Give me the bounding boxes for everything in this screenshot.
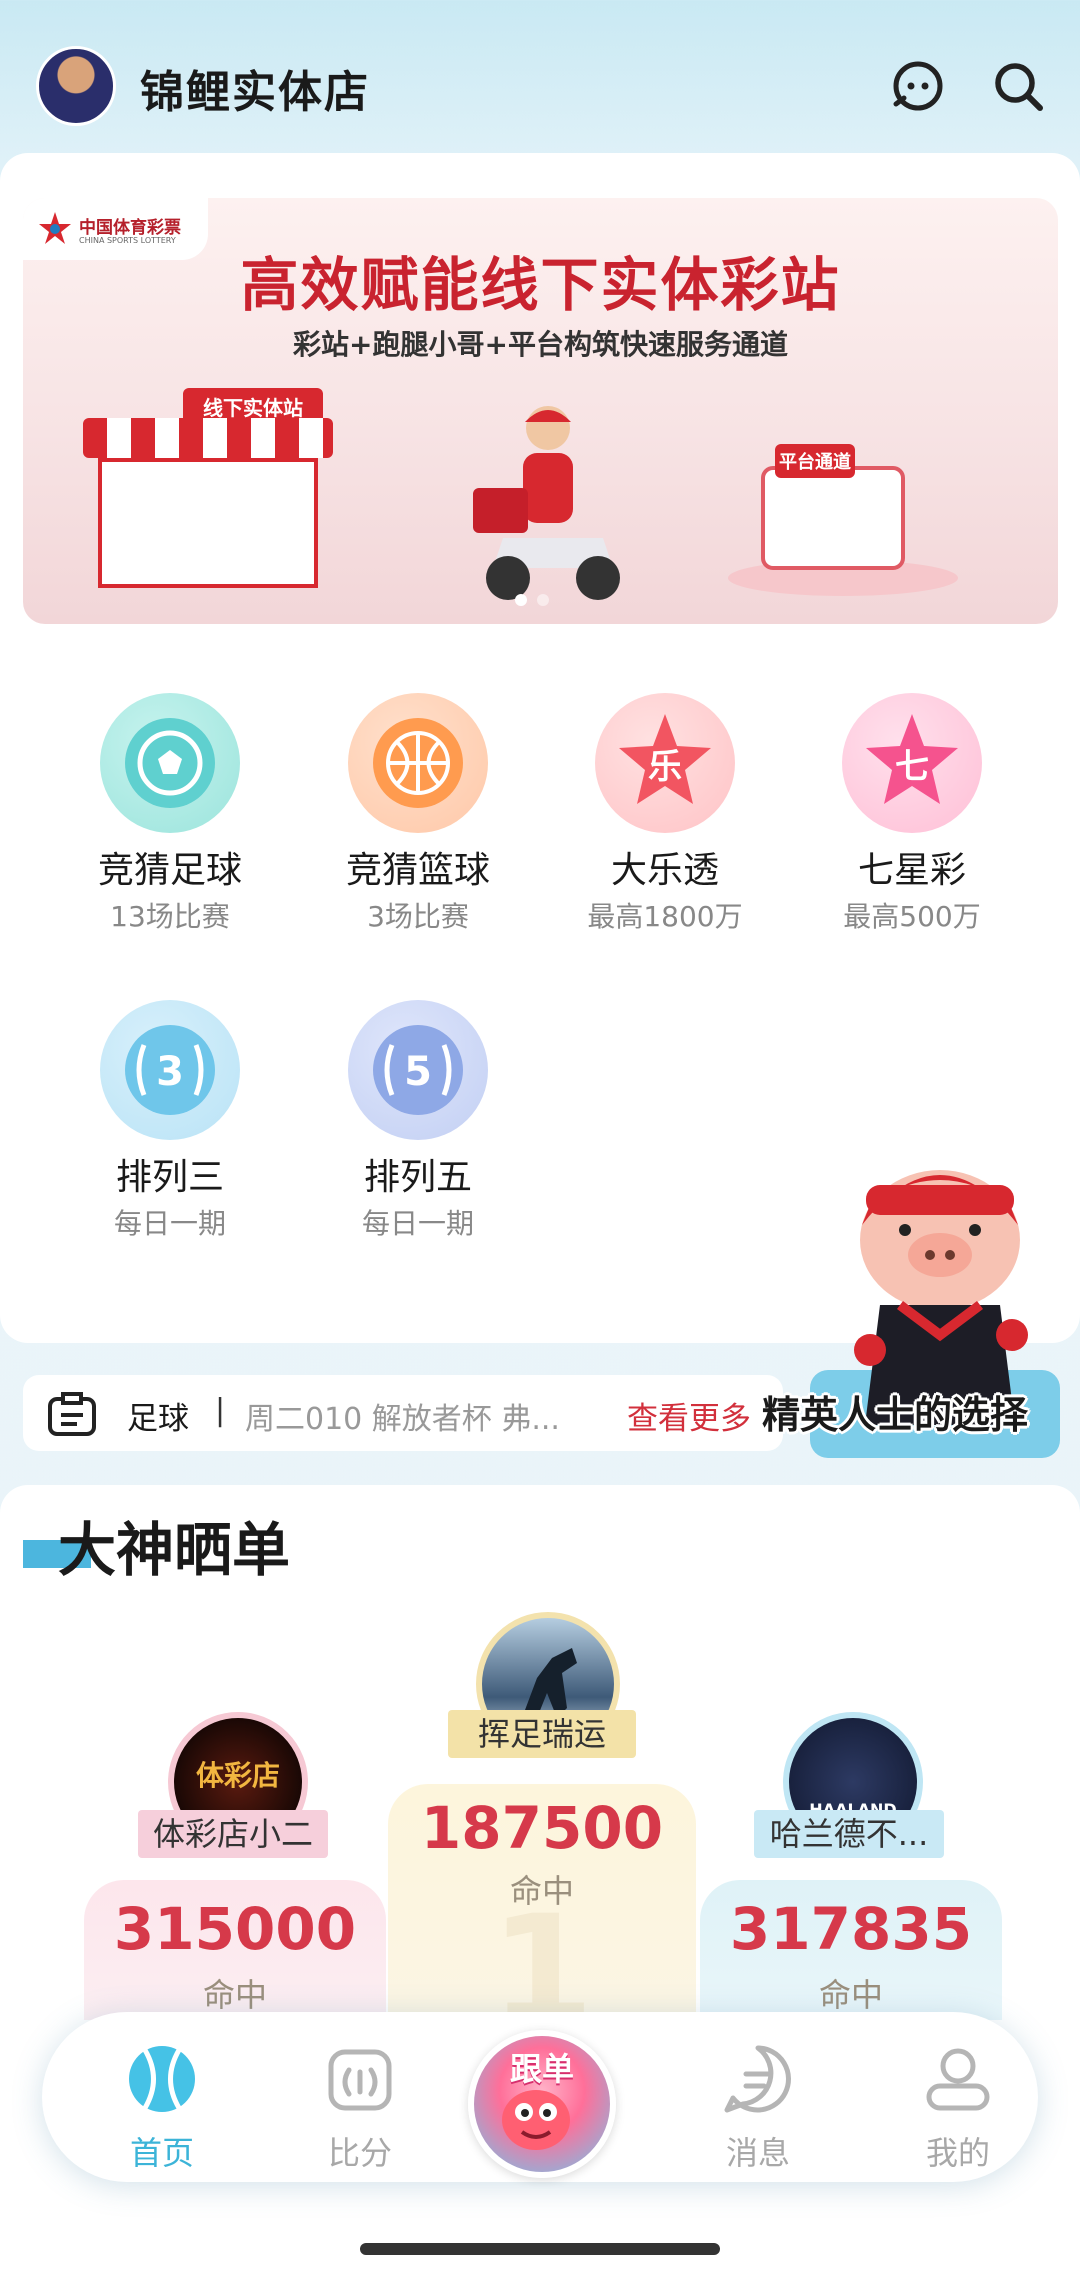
game-daletou[interactable]: 乐 大乐透 最高1800万 — [565, 693, 765, 935]
tab-label: 我的 — [925, 2134, 990, 2172]
game-desc: 每日一期 — [361, 1207, 474, 1240]
top-bar: 锦鲤实体店 — [0, 0, 1080, 150]
winner-name-first: 挥足瑞运 — [448, 1710, 636, 1758]
banner-subtitle: 彩站+跑腿小哥+平台构筑快速服务通道 — [293, 328, 788, 361]
game-basketball[interactable]: 竞猜篮球 3场比赛 — [318, 693, 518, 935]
game-desc: 每日一期 — [113, 1207, 226, 1240]
home-indicator — [360, 2243, 720, 2255]
basketball-icon — [348, 693, 488, 833]
courier-scooter-illustration — [473, 406, 620, 600]
pl3-icon: 3 — [100, 1000, 240, 1140]
ticker-category: 足球 — [127, 1401, 189, 1437]
game-desc: 13场比赛 — [110, 900, 230, 933]
follow-bet-button[interactable]: 跟单 — [468, 2030, 616, 2178]
game-name: 竞猜篮球 — [345, 850, 490, 891]
game-name: 排列五 — [363, 1157, 472, 1198]
game-pailie3[interactable]: 3 排列三 每日一期 — [70, 1000, 270, 1242]
kiosk-body — [98, 458, 318, 588]
match-ticker[interactable]: 足球 | 周二010 解放者杯 弗... 查看更多 — [23, 1375, 783, 1451]
mascot-slogan: 精英人士的选择 — [762, 1393, 1029, 1437]
pl3-glyph: 3 — [156, 1049, 184, 1095]
podium-second[interactable]: 315000 命中 — [84, 1880, 386, 2020]
showcase-title: 大神晒单 — [58, 1516, 291, 1584]
avatar[interactable] — [36, 46, 116, 126]
game-soccer[interactable]: 竞猜足球 13场比赛 — [70, 693, 270, 935]
tab-messages[interactable]: 消息 — [688, 2042, 828, 2174]
star-qi-icon: 七 — [842, 693, 982, 833]
hit-amount: 317835 — [729, 1895, 973, 1963]
hit-amount: 187500 — [420, 1794, 664, 1862]
winner-name-second: 体彩店小二 — [138, 1810, 328, 1858]
promo-banner[interactable]: 中国体育彩票 CHINA SPORTS LOTTERY 高效赋能线下实体彩站 彩… — [23, 198, 1058, 624]
store-name[interactable]: 锦鲤实体店 — [140, 56, 370, 120]
kiosk-awning — [83, 418, 333, 458]
hit-label: 命中 — [202, 1976, 267, 2014]
winner-name-third: 哈兰德不... — [754, 1810, 944, 1858]
game-name: 七星彩 — [857, 850, 966, 891]
tab-home[interactable]: 首页 — [92, 2042, 232, 2174]
game-desc: 最高1800万 — [587, 900, 743, 933]
ticker-separator: | — [215, 1393, 226, 1428]
view-more-link[interactable]: 查看更多 — [627, 1393, 751, 1438]
banner-title: 高效赋能线下实体彩站 — [240, 251, 841, 319]
avatar-text: 体彩店 — [195, 1759, 280, 1792]
tab-label: 比分 — [327, 2134, 392, 2172]
qi-glyph: 七 — [895, 747, 929, 787]
podium-first[interactable]: 187500 命中 1 — [388, 1784, 696, 2058]
platform-sign: 平台通道 — [779, 451, 851, 473]
pl5-glyph: 5 — [404, 1049, 432, 1095]
game-name: 大乐透 — [610, 850, 719, 891]
tab-mine[interactable]: 我的 — [888, 2042, 1028, 2174]
hit-label: 命中 — [818, 1976, 883, 2014]
ticker-text: 周二010 解放者杯 弗... — [245, 1402, 560, 1437]
kiosk-illustration: 线下实体站 — [83, 388, 333, 588]
tab-score[interactable]: 比分 — [290, 2042, 430, 2174]
star-le-icon: 乐 — [595, 693, 735, 833]
tab-label: 首页 — [129, 2134, 194, 2172]
soccer-icon — [100, 693, 240, 833]
game-desc: 3场比赛 — [367, 900, 469, 933]
game-qixingcai[interactable]: 七 七星彩 最高500万 — [812, 693, 1012, 935]
game-desc: 最高500万 — [843, 900, 981, 933]
game-pailie5[interactable]: 5 排列五 每日一期 — [318, 1000, 518, 1242]
tab-label: 消息 — [725, 2134, 790, 2172]
customer-service-icon[interactable] — [890, 58, 946, 114]
search-icon[interactable] — [990, 58, 1046, 114]
pl5-icon: 5 — [348, 1000, 488, 1140]
logo-text: 中国体育彩票 — [79, 218, 181, 238]
game-name: 竞猜足球 — [97, 850, 242, 891]
game-name: 排列三 — [115, 1157, 224, 1198]
podium-third[interactable]: 317835 命中 — [700, 1880, 1002, 2020]
mascot-face-icon — [502, 2090, 570, 2150]
home-ball-icon — [129, 2046, 195, 2112]
profile-icon — [926, 2048, 990, 2111]
platform-illustration: 平台通道 — [728, 444, 958, 596]
le-glyph: 乐 — [648, 747, 682, 787]
scoreboard-icon — [328, 2049, 392, 2111]
message-icon — [724, 2045, 791, 2113]
news-icon — [48, 1392, 96, 1436]
hit-amount: 315000 — [113, 1895, 357, 1963]
carousel-dots — [515, 594, 549, 606]
